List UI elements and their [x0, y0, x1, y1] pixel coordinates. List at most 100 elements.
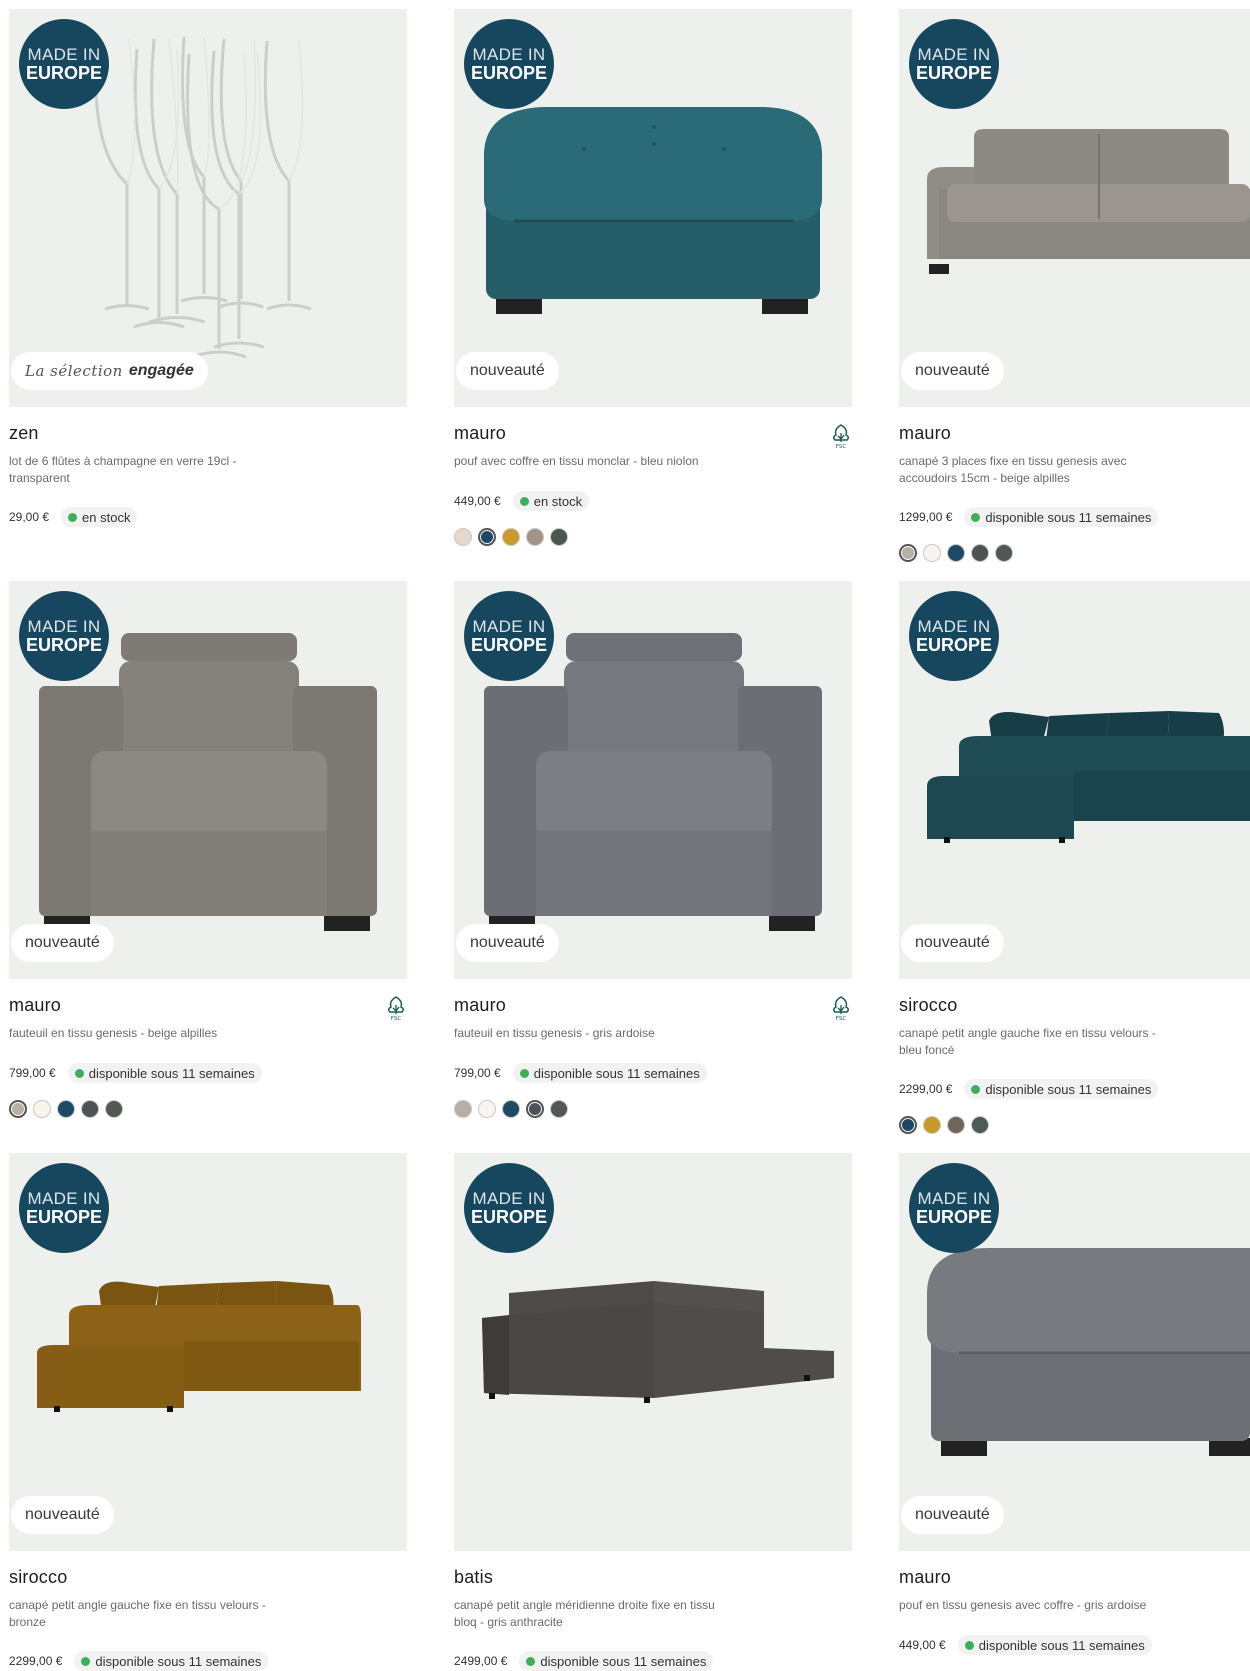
product-name[interactable]: sirocco: [9, 1567, 67, 1588]
svg-text:FSC: FSC: [836, 444, 847, 449]
price-row: 799,00 € disponible sous 11 semaines: [9, 1063, 262, 1083]
product-price: 799,00 €: [454, 1066, 501, 1080]
product-image[interactable]: MADE IN EUROPE nouveauté: [9, 1153, 407, 1551]
color-swatch[interactable]: [971, 1116, 989, 1134]
product-card[interactable]: MADE IN EUROPE nouveauté mauro pouf en t…: [899, 1153, 1250, 1655]
product-description: canapé petit angle méridienne droite fix…: [454, 1598, 715, 1629]
color-swatch[interactable]: [33, 1100, 51, 1118]
product-image[interactable]: MADE IN EUROPE La sélection engagée: [9, 9, 407, 407]
fsc-icon: FSC: [832, 996, 850, 1021]
fsc-icon: FSC: [832, 424, 850, 449]
price-row: 29,00 € en stock: [9, 507, 138, 527]
product-name[interactable]: batis: [454, 1567, 493, 1588]
product-name[interactable]: mauro: [9, 995, 61, 1016]
product-description: canapé 3 places fixe en tissu genesis av…: [899, 454, 1127, 485]
color-swatches: [454, 528, 568, 546]
product-card[interactable]: MADE IN EUROPE nouveauté sirocco canapé …: [9, 1153, 407, 1671]
product-card[interactable]: MADE IN EUROPE nouveauté mauro canapé 3 …: [899, 9, 1250, 562]
product-description: pouf avec coffre en tissu monclar - bleu…: [454, 454, 699, 468]
color-swatch[interactable]: [81, 1100, 99, 1118]
product-card[interactable]: MADE IN EUROPE nouveauté mauro FSC faute…: [454, 581, 852, 1118]
product-price: 29,00 €: [9, 510, 50, 524]
new-tag: nouveauté: [901, 1496, 1004, 1534]
availability-dot-icon: [519, 496, 529, 506]
product-description: fauteuil en tissu genesis - gris ardoise: [454, 1026, 655, 1040]
new-tag: nouveauté: [901, 352, 1004, 390]
product-image[interactable]: MADE IN EUROPE nouveauté: [899, 1153, 1250, 1551]
color-swatch[interactable]: [57, 1100, 75, 1118]
product-description: lot de 6 flûtes à champagne en verre 19c…: [9, 454, 237, 485]
color-swatch[interactable]: [550, 528, 568, 546]
product-card[interactable]: MADE IN EUROPE batis canapé petit angle …: [454, 1153, 852, 1671]
product-price: 2499,00 €: [454, 1654, 508, 1668]
availability-badge: en stock: [61, 507, 138, 527]
product-image[interactable]: MADE IN EUROPE nouveauté: [9, 581, 407, 979]
selection-engagee-tag: La sélection engagée: [11, 352, 208, 390]
product-description: canapé petit angle gauche fixe en tissu …: [9, 1598, 266, 1629]
made-in-europe-badge: MADE IN EUROPE: [464, 1163, 554, 1253]
color-swatch[interactable]: [971, 544, 989, 562]
color-swatches: [9, 1100, 123, 1118]
made-in-europe-badge: MADE IN EUROPE: [909, 591, 999, 681]
svg-text:FSC: FSC: [836, 1016, 847, 1021]
new-tag: nouveauté: [11, 924, 114, 962]
color-swatch[interactable]: [947, 544, 965, 562]
color-swatch[interactable]: [105, 1100, 123, 1118]
color-swatches: [454, 1100, 568, 1118]
new-tag: nouveauté: [456, 924, 559, 962]
product-image[interactable]: MADE IN EUROPE nouveauté: [899, 581, 1250, 979]
color-swatch[interactable]: [454, 528, 472, 546]
color-swatch[interactable]: [923, 1116, 941, 1134]
color-swatch[interactable]: [9, 1100, 27, 1118]
color-swatch[interactable]: [923, 544, 941, 562]
availability-dot-icon: [519, 1068, 529, 1078]
color-swatch[interactable]: [947, 1116, 965, 1134]
product-price: 449,00 €: [899, 1638, 946, 1652]
price-row: 1299,00 € disponible sous 11 semaines: [899, 507, 1159, 527]
product-price: 449,00 €: [454, 494, 501, 508]
color-swatch[interactable]: [526, 528, 544, 546]
product-card[interactable]: MADE IN EUROPE nouveauté mauro FSC faute…: [9, 581, 407, 1118]
product-card[interactable]: MADE IN EUROPE nouveauté mauro FSC pouf …: [454, 9, 852, 546]
product-name[interactable]: mauro: [454, 995, 506, 1016]
product-name[interactable]: zen: [9, 423, 39, 444]
product-description: fauteuil en tissu genesis - beige alpill…: [9, 1026, 218, 1040]
availability-dot-icon: [971, 1084, 981, 1094]
product-name[interactable]: mauro: [899, 423, 951, 444]
product-description: canapé petit angle gauche fixe en tissu …: [899, 1026, 1156, 1057]
product-card[interactable]: MADE IN EUROPE La sélection engagée zen …: [9, 9, 407, 527]
color-swatch[interactable]: [526, 1100, 544, 1118]
product-name[interactable]: mauro: [454, 423, 506, 444]
color-swatch[interactable]: [502, 1100, 520, 1118]
product-image[interactable]: MADE IN EUROPE nouveauté: [454, 581, 852, 979]
color-swatch[interactable]: [550, 1100, 568, 1118]
color-swatch[interactable]: [899, 1116, 917, 1134]
made-in-europe-badge: MADE IN EUROPE: [19, 591, 109, 681]
product-name[interactable]: sirocco: [899, 995, 957, 1016]
availability-badge: disponible sous 11 semaines: [957, 1635, 1152, 1655]
svg-text:FSC: FSC: [391, 1016, 402, 1021]
color-swatches: [899, 544, 1013, 562]
price-row: 2299,00 € disponible sous 11 semaines: [9, 1651, 269, 1671]
color-swatch[interactable]: [454, 1100, 472, 1118]
color-swatch[interactable]: [995, 544, 1013, 562]
product-image[interactable]: MADE IN EUROPE nouveauté: [899, 9, 1250, 407]
availability-dot-icon: [971, 512, 981, 522]
color-swatch[interactable]: [478, 1100, 496, 1118]
made-in-europe-badge: MADE IN EUROPE: [19, 19, 109, 109]
product-image[interactable]: MADE IN EUROPE: [454, 1153, 852, 1551]
color-swatch[interactable]: [478, 528, 496, 546]
made-in-europe-badge: MADE IN EUROPE: [464, 591, 554, 681]
availability-badge: disponible sous 11 semaines: [512, 1063, 707, 1083]
product-name[interactable]: mauro: [899, 1567, 951, 1588]
availability-badge: en stock: [512, 491, 590, 511]
color-swatch[interactable]: [899, 544, 917, 562]
availability-badge: disponible sous 11 semaines: [964, 1079, 1159, 1099]
fsc-icon: FSC: [387, 996, 405, 1021]
made-in-europe-badge: MADE IN EUROPE: [909, 19, 999, 109]
price-row: 449,00 € en stock: [454, 491, 590, 511]
new-tag: nouveauté: [11, 1496, 114, 1534]
product-image[interactable]: MADE IN EUROPE nouveauté: [454, 9, 852, 407]
color-swatch[interactable]: [502, 528, 520, 546]
product-card[interactable]: MADE IN EUROPE nouveauté sirocco canapé …: [899, 581, 1250, 1134]
